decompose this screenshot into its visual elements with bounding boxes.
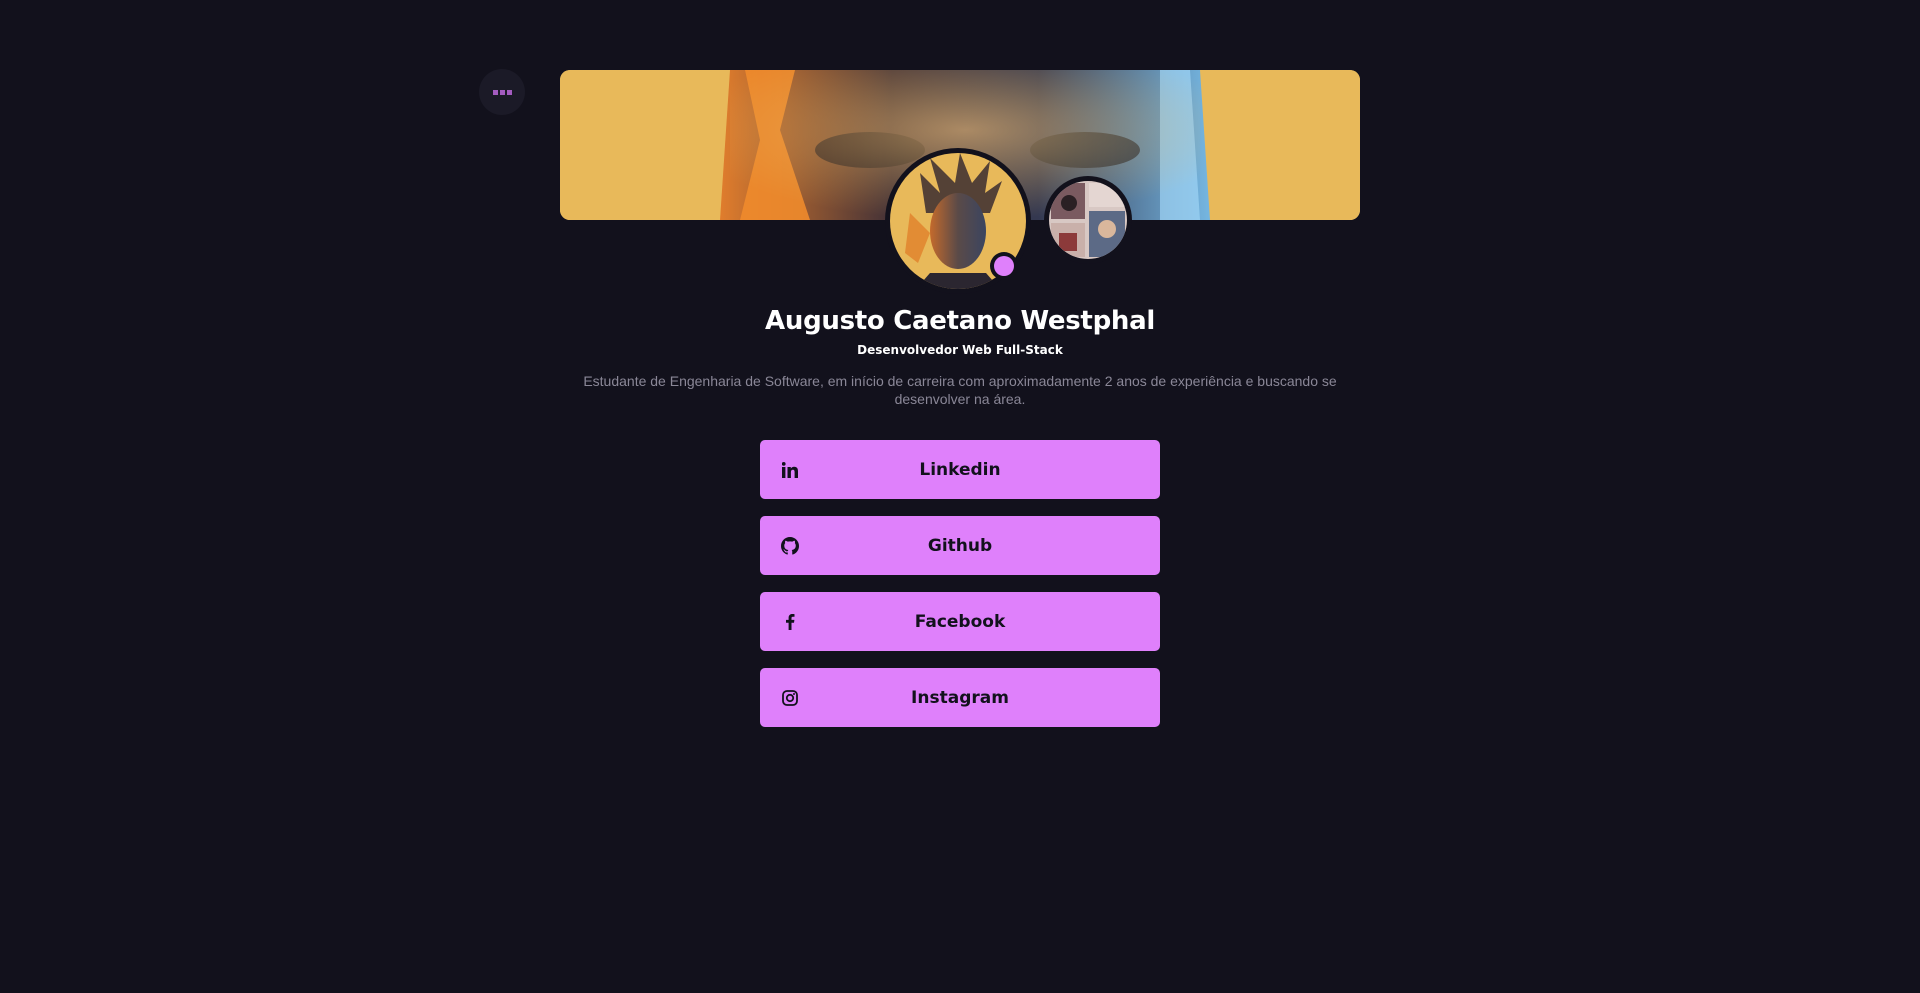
online-status-indicator (990, 252, 1018, 280)
story-thumbnail[interactable] (1044, 176, 1132, 264)
instagram-button[interactable]: Instagram (760, 668, 1160, 727)
menu-button[interactable] (479, 69, 525, 115)
more-icon (492, 89, 512, 95)
instagram-icon (780, 688, 800, 708)
github-button[interactable]: Github (760, 516, 1160, 575)
linkedin-button[interactable]: Linkedin (760, 440, 1160, 499)
facebook-icon (780, 612, 800, 632)
github-label: Github (927, 535, 993, 556)
facebook-button[interactable]: Facebook (760, 592, 1160, 651)
social-links: Linkedin Github Facebook Instagram (760, 440, 1160, 744)
instagram-label: Instagram (911, 687, 1009, 708)
linkedin-label: Linkedin (919, 459, 1001, 480)
profile-bio: Estudante de Engenharia de Software, em … (583, 373, 1337, 407)
github-icon (780, 536, 800, 556)
profile-role: Desenvolvedor Web Full-Stack (857, 343, 1063, 357)
profile-name: Augusto Caetano Westphal (765, 306, 1155, 336)
facebook-label: Facebook (914, 611, 1006, 632)
linkedin-icon (780, 460, 800, 480)
profile-page: Augusto Caetano Westphal Desenvolvedor W… (0, 0, 1920, 993)
